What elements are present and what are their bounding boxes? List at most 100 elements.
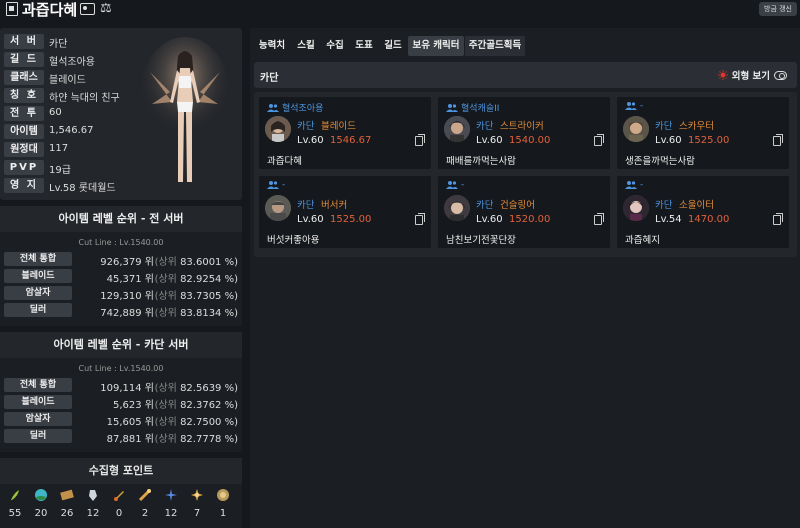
character-list: 혈석조아용 카단 블레이드 Lv.60 1546.67 과즙다혜 혈석캐슬II … <box>254 92 797 257</box>
collectible-item[interactable]: 26 <box>56 488 78 526</box>
appearance-view-toggle[interactable]: 외형 보기 <box>717 68 787 82</box>
guild-members-icon <box>446 103 458 112</box>
card-server: 카단 <box>655 121 673 132</box>
profile-value: 블레이드 <box>49 75 86 86</box>
rank-percent-value: 83.6001 %) <box>180 257 238 268</box>
great-art-icon <box>60 489 74 501</box>
tab-characters[interactable]: 보유 캐릭터 <box>408 36 464 56</box>
card-guild: 혈석조아용 <box>267 101 323 114</box>
tab-weekly-gold[interactable]: 주간골드획득 <box>465 36 525 56</box>
collectible-item[interactable]: 55 <box>4 488 26 526</box>
rank-row: 딜러 87,881 위 (상위 82.7778 %) <box>4 429 238 445</box>
profile-row-estate: 영 지 Lv.58 롯데월드 <box>4 178 154 194</box>
character-card[interactable]: - 카단 소울이터 Lv.54 1470.00 과즙혜지 <box>617 176 789 248</box>
card-server: 카단 <box>297 200 315 211</box>
copy-icon[interactable] <box>594 134 604 146</box>
rank-number: 742,889 위 <box>100 308 154 319</box>
ignea-token-icon <box>114 491 124 501</box>
copy-icon[interactable] <box>415 213 425 225</box>
character-card[interactable]: - 카단 버서커 Lv.60 1525.00 버섯커좋아용 <box>259 176 431 248</box>
cutline-text: Cut Line : Lv.1540.00 <box>78 364 164 373</box>
profile-row-guild: 길 드 혈석조아용 <box>4 52 154 68</box>
profile-value: 하얀 늑대의 친구 <box>49 93 120 104</box>
character-card[interactable]: 혈석캐슬II 카단 스트라이커 Lv.60 1540.00 패배를까먹는사람 <box>438 97 610 169</box>
card-level: Lv.60 <box>476 135 503 146</box>
card-level: Lv.54 <box>655 214 682 225</box>
rank-label: 딜러 <box>4 303 72 317</box>
collectible-item[interactable]: 12 <box>82 488 104 526</box>
bookmark-icon[interactable] <box>6 2 18 16</box>
card-character-name: 생존을까먹는사람 <box>625 156 695 167</box>
collectible-count: 12 <box>86 508 100 519</box>
refresh-button[interactable]: 방금 갱신 <box>759 2 797 16</box>
top-bar: 과즙다혜 ⚖ 방금 갱신 <box>0 0 800 22</box>
character-avatar <box>623 116 649 142</box>
card-server: 카단 <box>297 121 315 132</box>
profile-row-pvp: PVP 19급 <box>4 160 154 176</box>
sun-icon <box>717 70 728 80</box>
profile-label: 클래스 <box>4 70 44 85</box>
copy-icon[interactable] <box>594 213 604 225</box>
copy-icon[interactable] <box>773 213 783 225</box>
collectible-item[interactable]: 12 <box>160 488 182 526</box>
character-card[interactable]: - 카단 건슬링어 Lv.60 1520.00 남친보기전꽃단장 <box>438 176 610 248</box>
profile-row-class: 클래스 블레이드 <box>4 70 154 86</box>
card-guild-name: - <box>282 180 286 190</box>
tab-stats[interactable]: 능력치 <box>254 36 290 56</box>
rank-row: 전체 통합 926,379 위 (상위 83.6001 %) <box>4 252 238 268</box>
copy-icon[interactable] <box>415 134 425 146</box>
rank-label: 암살자 <box>4 412 72 426</box>
rank-percent: (상위 82.7778 %) <box>155 430 238 445</box>
card-character-name: 과즙다혜 <box>267 156 302 167</box>
profile-label: 칭 호 <box>4 88 44 103</box>
rank-percent-value: 82.3762 %) <box>180 400 238 411</box>
rank-label: 블레이드 <box>4 269 72 283</box>
tab-chart[interactable]: 도표 <box>350 36 378 56</box>
character-portrait <box>141 37 229 182</box>
tab-guild[interactable]: 길드 <box>379 36 407 56</box>
scale-icon[interactable]: ⚖ <box>100 1 112 16</box>
card-level: Lv.60 <box>297 135 324 146</box>
rank-percent-value: 83.7305 %) <box>180 291 238 302</box>
guild-members-icon <box>446 181 458 189</box>
collectible-count: 7 <box>193 508 201 519</box>
card-guild: - <box>625 101 643 111</box>
collectible-item[interactable]: 1 <box>212 488 234 526</box>
card-class: 스트라이커 <box>500 121 544 132</box>
card-guild: - <box>625 180 643 190</box>
rank-percent-prefix: (상위 <box>154 400 177 411</box>
collectible-item[interactable]: 2 <box>134 488 156 526</box>
rank-number: 87,881 위 <box>106 434 154 445</box>
orpheus-star-icon <box>138 489 151 502</box>
rank-percent: (상위 83.7305 %) <box>155 287 238 302</box>
character-avatar <box>444 116 470 142</box>
rank-percent: (상위 83.6001 %) <box>155 253 238 268</box>
collectible-count: 26 <box>60 508 74 519</box>
copy-icon[interactable] <box>773 134 783 146</box>
character-card[interactable]: 혈석조아용 카단 블레이드 Lv.60 1546.67 과즙다혜 <box>259 97 431 169</box>
rank-number: 129,310 위 <box>100 291 154 302</box>
rank-label: 블레이드 <box>4 395 72 409</box>
worldtree-leaf-icon <box>165 489 177 501</box>
collectible-item[interactable]: 20 <box>30 488 52 526</box>
sea-bounty-icon <box>217 489 229 501</box>
profile-value: 60 <box>49 107 62 118</box>
rank-row: 딜러 742,889 위 (상위 83.8134 %) <box>4 303 238 319</box>
rank-row: 전체 통합 109,114 위 (상위 82.5639 %) <box>4 378 238 394</box>
collectible-item[interactable]: 0 <box>108 488 130 526</box>
collectible-item[interactable]: 7 <box>186 488 208 526</box>
profile-label: 서 버 <box>4 34 44 49</box>
tab-collection[interactable]: 수집 <box>321 36 349 56</box>
id-card-icon[interactable] <box>80 3 95 15</box>
collectibles-panel: 55 20 26 12 0 2 12 7 1 <box>0 484 242 528</box>
rank-percent-value: 82.5639 %) <box>180 383 238 394</box>
rank-row: 블레이드 45,371 위 (상위 82.9254 %) <box>4 269 238 285</box>
tab-skills[interactable]: 스킬 <box>292 36 320 56</box>
rank-all-title: 아이템 레벨 순위 - 전 서버 <box>0 206 242 232</box>
profile-row-title: 칭 호 하얀 늑대의 친구 <box>4 88 154 104</box>
toggle-icon[interactable] <box>774 70 787 80</box>
profile-row-roster: 원정대 117 <box>4 142 154 158</box>
rank-number: 5,623 위 <box>112 400 154 411</box>
character-card[interactable]: - 카단 스카우터 Lv.60 1525.00 생존을까먹는사람 <box>617 97 789 169</box>
rank-percent-prefix: (상위 <box>154 434 177 445</box>
